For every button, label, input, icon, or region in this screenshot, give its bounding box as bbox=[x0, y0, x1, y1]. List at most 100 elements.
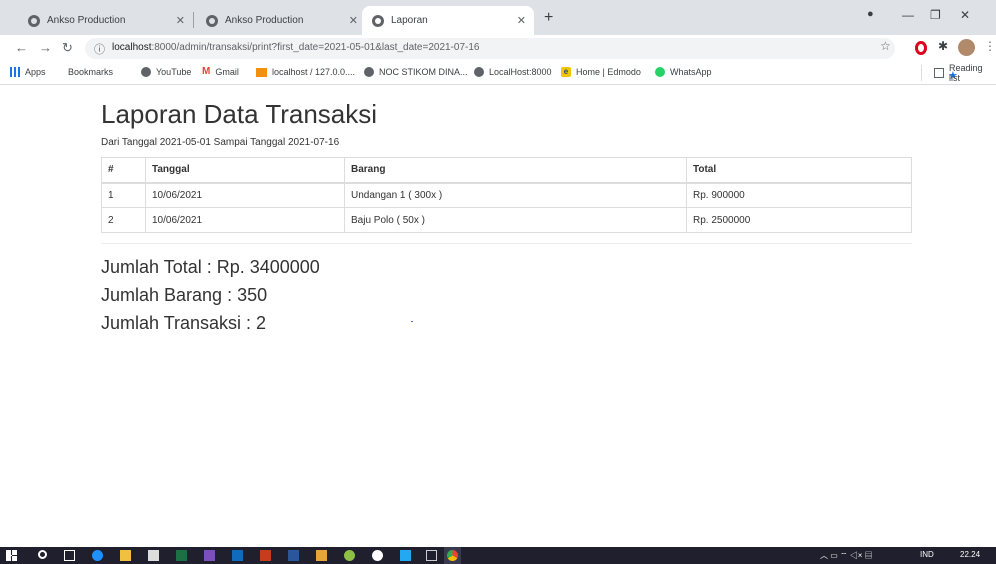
table-row: 2 10/06/2021 Baju Polo ( 50x ) Rp. 25000… bbox=[101, 207, 912, 233]
clock[interactable]: 22.24 bbox=[960, 550, 980, 559]
avatar[interactable] bbox=[958, 39, 975, 56]
globe-icon bbox=[474, 67, 484, 77]
back-icon[interactable]: ← bbox=[15, 40, 28, 55]
onenote-icon[interactable] bbox=[204, 550, 215, 561]
cell-number: 1 bbox=[101, 182, 146, 208]
column-header: Barang bbox=[344, 157, 687, 184]
url-host: localhost bbox=[112, 42, 152, 53]
bookmark-apps[interactable]: Apps bbox=[10, 67, 46, 77]
menu-kebab-icon[interactable]: ⋮ bbox=[984, 39, 996, 53]
column-header: Total bbox=[686, 157, 912, 184]
vscode-icon[interactable] bbox=[400, 550, 411, 561]
app-icon[interactable] bbox=[344, 550, 355, 561]
reading-list-icon bbox=[934, 68, 944, 78]
browser-tab-active[interactable]: Laporan ✕ bbox=[362, 6, 534, 35]
search-icon[interactable] bbox=[38, 550, 47, 559]
tray-icons[interactable]: ︿ ▭ ⌔ ◁× ▤ bbox=[820, 550, 873, 561]
minimize-icon[interactable]: — bbox=[902, 8, 914, 22]
address-bar[interactable]: ⓘ localhost:8000/admin/transaksi/print?f… bbox=[85, 38, 895, 59]
close-window-icon[interactable]: ✕ bbox=[960, 8, 970, 22]
gmail-icon: M bbox=[202, 66, 211, 77]
opera-extension-icon[interactable] bbox=[915, 41, 927, 55]
table-header-row: # Tanggal Barang Total bbox=[101, 157, 912, 184]
column-header: # bbox=[101, 157, 146, 184]
outlook-icon[interactable] bbox=[232, 550, 243, 561]
tab-title: Ankso Production bbox=[47, 15, 126, 26]
bookmark-phpmyadmin[interactable]: localhost / 127.0.0.... bbox=[256, 67, 355, 77]
new-tab-icon[interactable]: + bbox=[544, 9, 553, 27]
globe-icon bbox=[141, 67, 151, 77]
divider bbox=[101, 243, 912, 244]
bookmark-label: Bookmarks bbox=[68, 67, 114, 77]
bookmark-label: localhost / 127.0.0.... bbox=[272, 67, 356, 77]
word-icon[interactable] bbox=[288, 550, 299, 561]
column-header: Tanggal bbox=[145, 157, 345, 184]
terminal-icon[interactable] bbox=[426, 550, 437, 561]
store-icon[interactable] bbox=[148, 550, 159, 561]
excel-icon[interactable] bbox=[176, 550, 187, 561]
file-explorer-icon[interactable] bbox=[120, 550, 131, 561]
page-title: Laporan Data Transaksi bbox=[101, 99, 378, 129]
globe-icon bbox=[364, 67, 374, 77]
bookmark-star-icon[interactable]: ☆ bbox=[880, 39, 891, 53]
chrome-taskbar-button[interactable] bbox=[444, 547, 461, 564]
bookmark-whatsapp[interactable]: WhatsApp bbox=[655, 67, 712, 77]
browser-tab-2[interactable]: Ankso Production ✕ bbox=[196, 6, 366, 35]
bookmark-localhost-8000[interactable]: LocalHost:8000 bbox=[474, 67, 552, 77]
bookmark-bookmarks[interactable]: ★ Bookmarks bbox=[68, 67, 958, 82]
summary-item-count: Jumlah Barang : 350 bbox=[101, 285, 268, 305]
task-view-icon[interactable] bbox=[64, 550, 75, 561]
globe-icon bbox=[206, 14, 218, 27]
summary-transaction-count: Jumlah Transaksi : 2 bbox=[101, 313, 267, 333]
bookmark-label: LocalHost:8000 bbox=[489, 67, 552, 77]
browser-toolbar: ← → ↻ ⓘ localhost:8000/admin/transaksi/p… bbox=[0, 35, 996, 61]
bookmark-edmodo[interactable]: e Home | Edmodo bbox=[561, 67, 641, 77]
close-tab-icon[interactable]: ✕ bbox=[349, 14, 358, 27]
bookmark-label: WhatsApp bbox=[670, 67, 712, 77]
phpmyadmin-icon bbox=[256, 67, 267, 77]
cell-item: Undangan 1 ( 300x ) bbox=[344, 182, 687, 208]
bookmark-label: YouTube bbox=[156, 67, 192, 77]
globe-icon bbox=[28, 14, 40, 27]
tab-title: Laporan bbox=[391, 15, 428, 26]
profile-indicator-icon[interactable]: ● bbox=[867, 8, 874, 20]
browser-tab-1[interactable]: Ankso Production ✕ bbox=[18, 6, 193, 35]
date-range-subtitle: Dari Tanggal 2021-05-01 Sampai Tanggal 2… bbox=[101, 137, 340, 148]
sublime-icon[interactable] bbox=[316, 550, 327, 561]
cell-number: 2 bbox=[101, 207, 146, 233]
reading-list-button[interactable]: Reading list bbox=[921, 63, 996, 83]
close-tab-icon[interactable]: ✕ bbox=[517, 14, 526, 27]
forward-icon[interactable]: → bbox=[39, 40, 52, 55]
cell-total: Rp. 2500000 bbox=[686, 207, 912, 233]
bookmark-youtube[interactable]: YouTube bbox=[141, 67, 191, 77]
table-row: 1 10/06/2021 Undangan 1 ( 300x ) Rp. 900… bbox=[101, 182, 912, 208]
extensions-puzzle-icon[interactable]: ✱ bbox=[938, 39, 948, 53]
bookmark-gmail[interactable]: M Gmail bbox=[202, 66, 239, 78]
cell-item: Baju Polo ( 50x ) bbox=[344, 207, 687, 233]
info-icon[interactable]: ⓘ bbox=[94, 41, 105, 57]
edge-icon[interactable] bbox=[92, 550, 103, 561]
page-content: Laporan Data Transaksi Dari Tanggal 2021… bbox=[0, 85, 996, 547]
app-icon[interactable] bbox=[372, 550, 383, 561]
language-indicator[interactable]: IND bbox=[920, 550, 934, 559]
tab-separator bbox=[193, 12, 194, 28]
reload-icon[interactable]: ↻ bbox=[62, 40, 73, 56]
bookmark-noc-stikom[interactable]: NOC STIKOM DINA... bbox=[364, 67, 468, 77]
close-tab-icon[interactable]: ✕ bbox=[176, 14, 185, 27]
url-text: localhost:8000/admin/transaksi/print?fir… bbox=[112, 42, 479, 53]
stray-mark bbox=[411, 321, 413, 322]
windows-taskbar: ︿ ▭ ⌔ ◁× ▤ IND 22.24 bbox=[0, 547, 996, 564]
browser-tab-strip: Ankso Production ✕ Ankso Production ✕ La… bbox=[0, 0, 996, 35]
apps-grid-icon bbox=[10, 67, 20, 77]
tab-title: Ankso Production bbox=[225, 15, 304, 26]
windows-start-icon[interactable] bbox=[6, 550, 17, 561]
reading-list-label: Reading list bbox=[949, 63, 983, 83]
restore-icon[interactable]: ❐ bbox=[930, 8, 941, 22]
bookmark-label: Apps bbox=[25, 67, 46, 77]
powerpoint-icon[interactable] bbox=[260, 550, 271, 561]
whatsapp-icon bbox=[655, 67, 665, 77]
url-rest: :8000/admin/transaksi/print?first_date=2… bbox=[151, 42, 480, 53]
bookmark-label: Home | Edmodo bbox=[576, 67, 641, 77]
cell-total: Rp. 900000 bbox=[686, 182, 912, 208]
edmodo-icon: e bbox=[561, 67, 571, 77]
